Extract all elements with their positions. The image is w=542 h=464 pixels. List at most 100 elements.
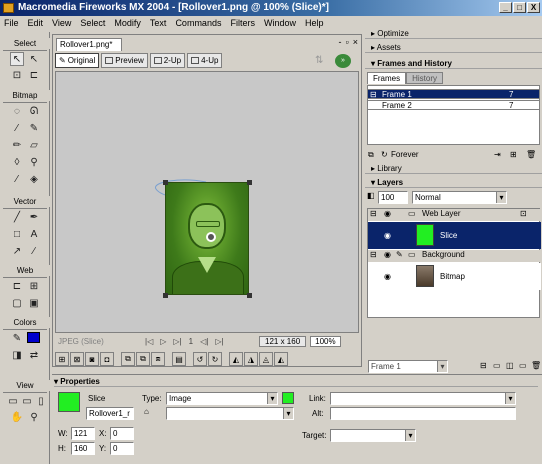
first-frame-icon[interactable]: |◁ [145,337,153,346]
freeform-tool-icon[interactable]: ↗ [10,244,24,258]
slice-name-field[interactable]: Rollover1_r [86,407,134,420]
eraser-tool-icon[interactable]: ▱ [27,138,41,152]
tab-history[interactable]: History [406,72,444,84]
zoom-select[interactable]: 100% [310,336,341,347]
scale-tool-icon[interactable]: ⊡ [10,68,24,82]
menu-modify[interactable]: Modify [114,16,141,30]
minimize-button[interactable]: _ [499,2,512,13]
resize-handle-tr[interactable] [247,180,252,185]
pen-tool-icon[interactable]: ✒ [27,210,41,224]
type-select[interactable]: Image [166,392,278,405]
delete-frame-icon[interactable]: 🗑 [526,148,536,161]
close-button[interactable]: X [527,2,540,13]
doc-minimize-button[interactable]: - [339,37,342,47]
line-tool-icon[interactable]: ╱ [10,210,24,224]
text-tool-icon[interactable]: A [27,227,41,241]
menu-commands[interactable]: Commands [175,16,221,30]
add-mask-icon[interactable]: ◫ [506,361,514,370]
hotspot-tool-icon[interactable]: ⊏ [10,279,24,293]
symbol-icon[interactable]: ◘ [100,352,114,366]
magic-wand-icon[interactable]: ⁄ [10,121,24,135]
fill-color-swatch[interactable] [27,332,40,343]
hand-tool-icon[interactable]: ✋ [10,410,24,424]
flip-horizontal-icon[interactable]: ◭ [229,352,243,366]
tab-preview[interactable]: Preview [101,53,148,68]
eye-icon[interactable]: ◉ [384,209,391,218]
knife-tool-icon[interactable]: ∕ [27,244,41,258]
rectangle-tool-icon[interactable]: □ [10,227,24,241]
blur-tool-icon[interactable]: ◊ [10,155,24,169]
doc-close-button[interactable]: × [353,37,358,47]
assets-panel-header[interactable]: Assets [365,42,542,53]
resize-handle-bl[interactable] [163,293,168,298]
lasso-tool-icon[interactable]: ᘏ [27,104,41,118]
swap-colors-icon[interactable]: ⇄ [27,348,41,362]
eyedropper-tool-icon[interactable]: ⁄ [10,172,24,186]
brush-tool-icon[interactable]: ✎ [27,121,41,135]
show-slices-icon[interactable]: ▣ [27,296,41,310]
zoom-tool-icon[interactable]: ⚲ [27,410,41,424]
frame-row[interactable]: ⊟ Frame 1 7 [367,89,540,99]
tab-4up[interactable]: 4-Up [187,53,223,68]
mask-icon[interactable]: ◙ [85,352,99,366]
loop-icon[interactable]: ↻ [381,148,388,161]
layer-row[interactable]: ◉ Bitmap [368,263,541,290]
doc-restore-button[interactable]: ▫ [346,37,349,47]
layer-expand-icon[interactable]: ⊟ [370,209,377,218]
join-icon[interactable]: ⊠ [70,352,84,366]
quick-export-icon[interactable]: » [335,54,351,68]
new-sublayer-icon[interactable]: ⊟ [480,361,487,370]
opacity-field[interactable]: 100 [378,191,408,204]
frame-select[interactable]: Frame 1 [368,360,448,373]
last-frame-icon[interactable]: ▷| [215,337,223,346]
target-select[interactable] [330,429,416,442]
width-field[interactable]: 121 [71,427,95,440]
canvas-size[interactable]: 121 x 160 [259,336,307,347]
frame-row[interactable]: Frame 2 7 [367,100,540,110]
slice-behavior-icon[interactable] [206,232,216,242]
paint-bucket-icon[interactable]: ◈ [27,172,41,186]
rotate-left-icon[interactable]: ↺ [193,352,207,366]
menu-edit[interactable]: Edit [28,16,44,30]
x-field[interactable]: 0 [110,427,134,440]
rotate-right-icon[interactable]: ↻ [208,352,222,366]
slice-color-swatch[interactable] [282,392,294,404]
menu-window[interactable]: Window [264,16,296,30]
layer-row[interactable]: ◉ Slice [368,222,541,249]
resize-handle-br[interactable] [247,293,252,298]
skew-icon[interactable]: ◬ [259,352,273,366]
layer-expand-icon[interactable]: ⊟ [370,250,377,259]
stroke-color-icon[interactable]: ✎ [10,331,24,345]
eye-icon[interactable]: ◉ [384,250,391,259]
menu-filters[interactable]: Filters [230,16,255,30]
canvas-area[interactable] [55,71,359,333]
layer-options-icon[interactable]: ⊡ [520,209,527,218]
tab-frames[interactable]: Frames [367,72,407,84]
subselect-tool-icon[interactable]: ↖ [27,52,41,66]
alt-field[interactable] [330,407,516,420]
height-field[interactable]: 160 [71,442,95,455]
properties-header[interactable]: ▾ Properties [54,376,538,387]
frames-history-header[interactable]: Frames and History [365,58,542,69]
marquee-tool-icon[interactable]: ◌ [10,104,24,118]
play-icon[interactable]: ▷ [160,337,166,346]
new-frame-icon[interactable]: ⊞ [510,148,517,161]
standard-mode-icon[interactable]: ▭ [6,394,20,408]
layers-panel-header[interactable]: Layers [365,177,542,188]
align-icon[interactable]: ▤ [172,352,186,366]
menu-text[interactable]: Text [150,16,167,30]
onion-skin-icon[interactable]: ⧉ [368,148,374,161]
loop-value[interactable]: Forever [391,148,419,161]
blend-mode-select[interactable]: Normal [412,191,507,204]
resize-handle-tl[interactable] [163,180,168,185]
next-frame-icon[interactable]: ▷| [173,337,181,346]
default-colors-icon[interactable]: ◨ [10,348,24,362]
flip-vertical-icon[interactable]: ◮ [244,352,258,366]
layer-row[interactable]: ⊟ ◉ ✎ ▭ Background [368,250,541,262]
new-bitmap-icon[interactable]: ▭ [519,361,527,370]
slice-tool-icon[interactable]: ⊞ [27,279,41,293]
behavior-select[interactable] [166,407,294,420]
bring-front-icon[interactable]: ⧉ [121,352,135,366]
export-arrows-icon[interactable]: ⇅ [315,55,323,66]
library-panel-header[interactable]: Library [365,163,542,174]
